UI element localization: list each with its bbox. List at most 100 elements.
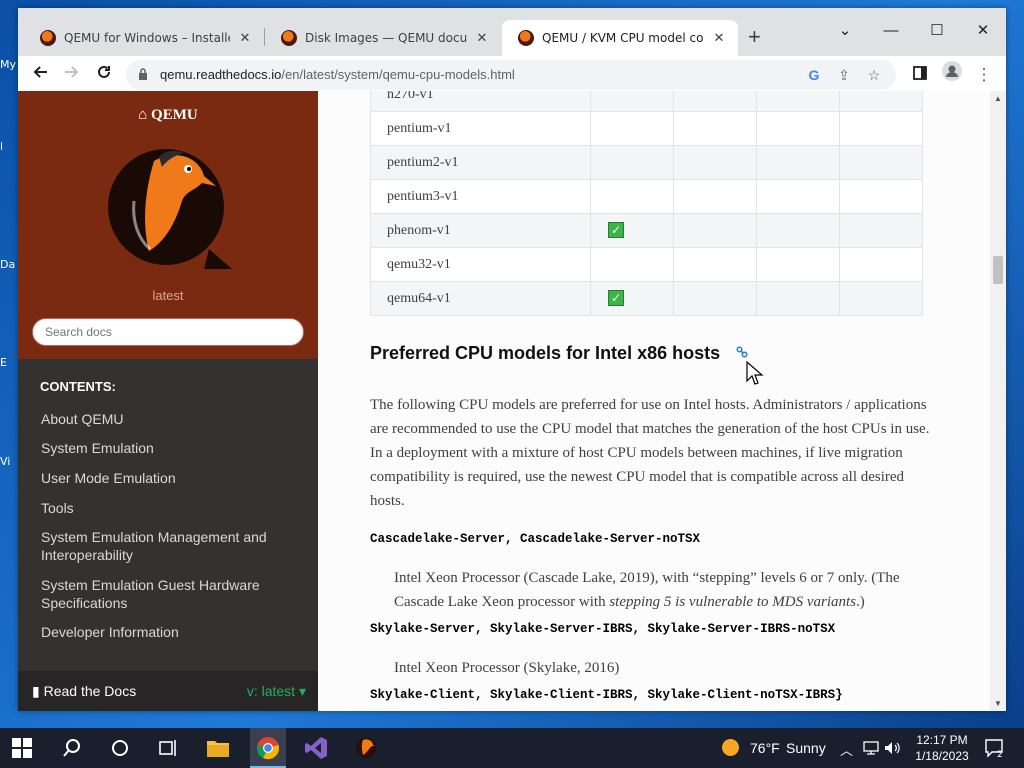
cpu-model-table: n270-v1 pentium-v1 pentium2-v1 pentium3-v1 p… bbox=[370, 91, 923, 316]
back-arrow-icon[interactable] bbox=[26, 61, 54, 89]
side-panel-icon[interactable] bbox=[906, 61, 934, 89]
section-heading: Preferred CPU models for Intel x86 hosts bbox=[370, 343, 721, 363]
table-row: n270-v1 bbox=[370, 91, 923, 112]
tab-disk-images[interactable]: Disk Images — QEMU document ✕ bbox=[265, 20, 501, 56]
url-host: qemu.readthedocs.io bbox=[160, 67, 282, 82]
notification-center-icon[interactable]: 2 bbox=[984, 738, 1004, 760]
sidebar-item-system-emulation-management[interactable]: System Emulation Management and Interope… bbox=[41, 528, 301, 564]
tab-qemu-installers[interactable]: QEMU for Windows – Installers ( ✕ bbox=[24, 20, 264, 56]
desktop-icon-label[interactable]: My bbox=[0, 58, 16, 71]
desktop-icon-label[interactable]: Vi bbox=[0, 455, 10, 468]
compat-cell bbox=[590, 247, 674, 282]
table-row: qemu32-v1 bbox=[370, 247, 923, 282]
maximize-button[interactable]: ☐ bbox=[914, 16, 960, 46]
scrollbar-thumb[interactable] bbox=[993, 256, 1003, 284]
cpu-model-name-cell: pentium2-v1 bbox=[370, 145, 591, 180]
forward-arrow-icon[interactable] bbox=[58, 61, 86, 89]
compat-cell bbox=[756, 179, 840, 214]
weather-sun-icon[interactable] bbox=[722, 739, 739, 756]
compat-cell bbox=[673, 213, 757, 248]
windows-start-icon[interactable] bbox=[12, 738, 32, 758]
link-icon[interactable] bbox=[736, 346, 748, 358]
qemu-favicon-icon bbox=[281, 30, 297, 46]
menu-kebab-icon[interactable]: ⋮ bbox=[970, 61, 998, 89]
cpu-model-description: Intel Xeon Processor (Cascade Lake, 2019… bbox=[394, 566, 944, 614]
system-clock[interactable]: 12:17 PM 1/18/2023 bbox=[902, 732, 982, 764]
page-scrollbar[interactable]: ▲ ▼ bbox=[990, 91, 1006, 711]
url-path: /en/latest/system/qemu-cpu-models.html bbox=[281, 67, 515, 82]
qemu-app-icon[interactable] bbox=[354, 736, 378, 760]
tab-close-icon[interactable]: ✕ bbox=[236, 31, 254, 46]
search-docs-input[interactable] bbox=[32, 318, 304, 346]
url-text[interactable]: qemu.readthedocs.io/en/latest/system/qem… bbox=[160, 67, 515, 82]
tab-close-icon[interactable]: ✕ bbox=[473, 31, 491, 46]
share-icon[interactable]: ⇪ bbox=[834, 65, 854, 85]
sidebar-item-about-qemu[interactable]: About QEMU bbox=[41, 410, 301, 428]
tab-search-dropdown-icon[interactable]: ⌄ bbox=[822, 16, 868, 46]
compat-cell bbox=[839, 179, 923, 214]
compat-cell: ✓ bbox=[590, 213, 674, 248]
tab-close-icon[interactable]: ✕ bbox=[710, 31, 728, 46]
compat-cell: ✓ bbox=[590, 281, 674, 316]
qemu-logo[interactable] bbox=[104, 141, 234, 271]
table-row: pentium2-v1 bbox=[370, 145, 923, 180]
task-view-icon[interactable] bbox=[158, 738, 178, 758]
compat-cell bbox=[839, 281, 923, 316]
qemu-favicon-icon bbox=[518, 30, 534, 46]
table-row: pentium3-v1 bbox=[370, 179, 923, 214]
profile-avatar-icon[interactable] bbox=[938, 61, 966, 89]
close-window-button[interactable]: ✕ bbox=[960, 16, 1006, 46]
desc-text-end: .) bbox=[856, 594, 865, 610]
compat-cell bbox=[673, 179, 757, 214]
tab-cpu-models[interactable]: QEMU / KVM CPU model config ✕ bbox=[502, 20, 738, 56]
tab-strip: QEMU for Windows – Installers ( ✕ Disk I… bbox=[18, 8, 1006, 56]
rtd-version: v: latest bbox=[246, 683, 296, 699]
compat-cell bbox=[756, 247, 840, 282]
volume-icon[interactable] bbox=[884, 741, 900, 755]
file-explorer-icon[interactable] bbox=[206, 737, 230, 759]
address-bar[interactable]: qemu.readthedocs.io/en/latest/system/qem… bbox=[126, 60, 896, 90]
home-icon: ⌂ bbox=[138, 107, 152, 123]
desktop-icon-label[interactable]: Da bbox=[0, 258, 15, 271]
table-row: qemu64-v1 ✓ bbox=[370, 281, 923, 316]
sidebar-item-system-emulation[interactable]: System Emulation bbox=[41, 439, 301, 457]
cortana-icon[interactable] bbox=[110, 738, 130, 758]
sidebar-item-tools[interactable]: Tools bbox=[41, 499, 301, 517]
desktop-icon-label[interactable]: E bbox=[0, 356, 7, 369]
desktop-icon-label[interactable]: l bbox=[0, 140, 3, 153]
new-tab-button[interactable]: + bbox=[748, 24, 761, 50]
reload-icon[interactable] bbox=[90, 61, 118, 89]
intro-paragraph: The following CPU models are preferred f… bbox=[370, 397, 930, 509]
cpu-model-description: Intel Xeon Processor (Skylake, 2016) bbox=[394, 656, 944, 680]
sidebar-item-developer-information[interactable]: Developer Information bbox=[41, 623, 301, 641]
compat-cell bbox=[839, 111, 923, 146]
scroll-down-arrow-icon[interactable]: ▼ bbox=[994, 699, 1002, 708]
compat-cell bbox=[590, 179, 674, 214]
show-hidden-icons-chevron-icon[interactable]: ︿ bbox=[840, 740, 853, 759]
compat-cell bbox=[839, 145, 923, 180]
compat-cell bbox=[673, 247, 757, 282]
compat-cell bbox=[673, 111, 757, 146]
scroll-up-arrow-icon[interactable]: ▲ bbox=[994, 94, 1002, 103]
lock-icon[interactable] bbox=[138, 68, 148, 80]
sidebar-item-user-mode-emulation[interactable]: User Mode Emulation bbox=[41, 469, 301, 487]
cpu-model-name-cell: phenom-v1 bbox=[370, 213, 591, 248]
chrome-icon[interactable] bbox=[256, 736, 280, 760]
google-translate-icon[interactable]: G bbox=[804, 65, 824, 85]
minimize-button[interactable]: — bbox=[868, 16, 914, 46]
network-icon[interactable] bbox=[863, 741, 879, 755]
compat-cell bbox=[590, 91, 674, 112]
read-the-docs-bar[interactable]: ▮ Read the Docs v: latest ▾ bbox=[18, 671, 318, 711]
bookmark-star-icon[interactable]: ☆ bbox=[864, 65, 884, 85]
sidebar-item-guest-hardware-specs[interactable]: System Emulation Guest Hardware Specific… bbox=[41, 576, 301, 612]
windows-taskbar: 76°F Sunny ︿ 12:17 PM 1/18/2023 2 bbox=[0, 728, 1024, 768]
clock-date: 1/18/2023 bbox=[915, 749, 969, 763]
weather-temperature[interactable]: 76°F bbox=[750, 740, 780, 756]
visual-studio-icon[interactable] bbox=[304, 736, 328, 760]
search-icon[interactable] bbox=[62, 738, 82, 758]
project-home-link[interactable]: ⌂ QEMU bbox=[18, 107, 318, 124]
rtd-version-toggle[interactable]: v: latest ▾ bbox=[247, 683, 306, 700]
weather-condition[interactable]: Sunny bbox=[786, 740, 826, 756]
compat-cell bbox=[839, 91, 923, 112]
compat-cell bbox=[756, 111, 840, 146]
